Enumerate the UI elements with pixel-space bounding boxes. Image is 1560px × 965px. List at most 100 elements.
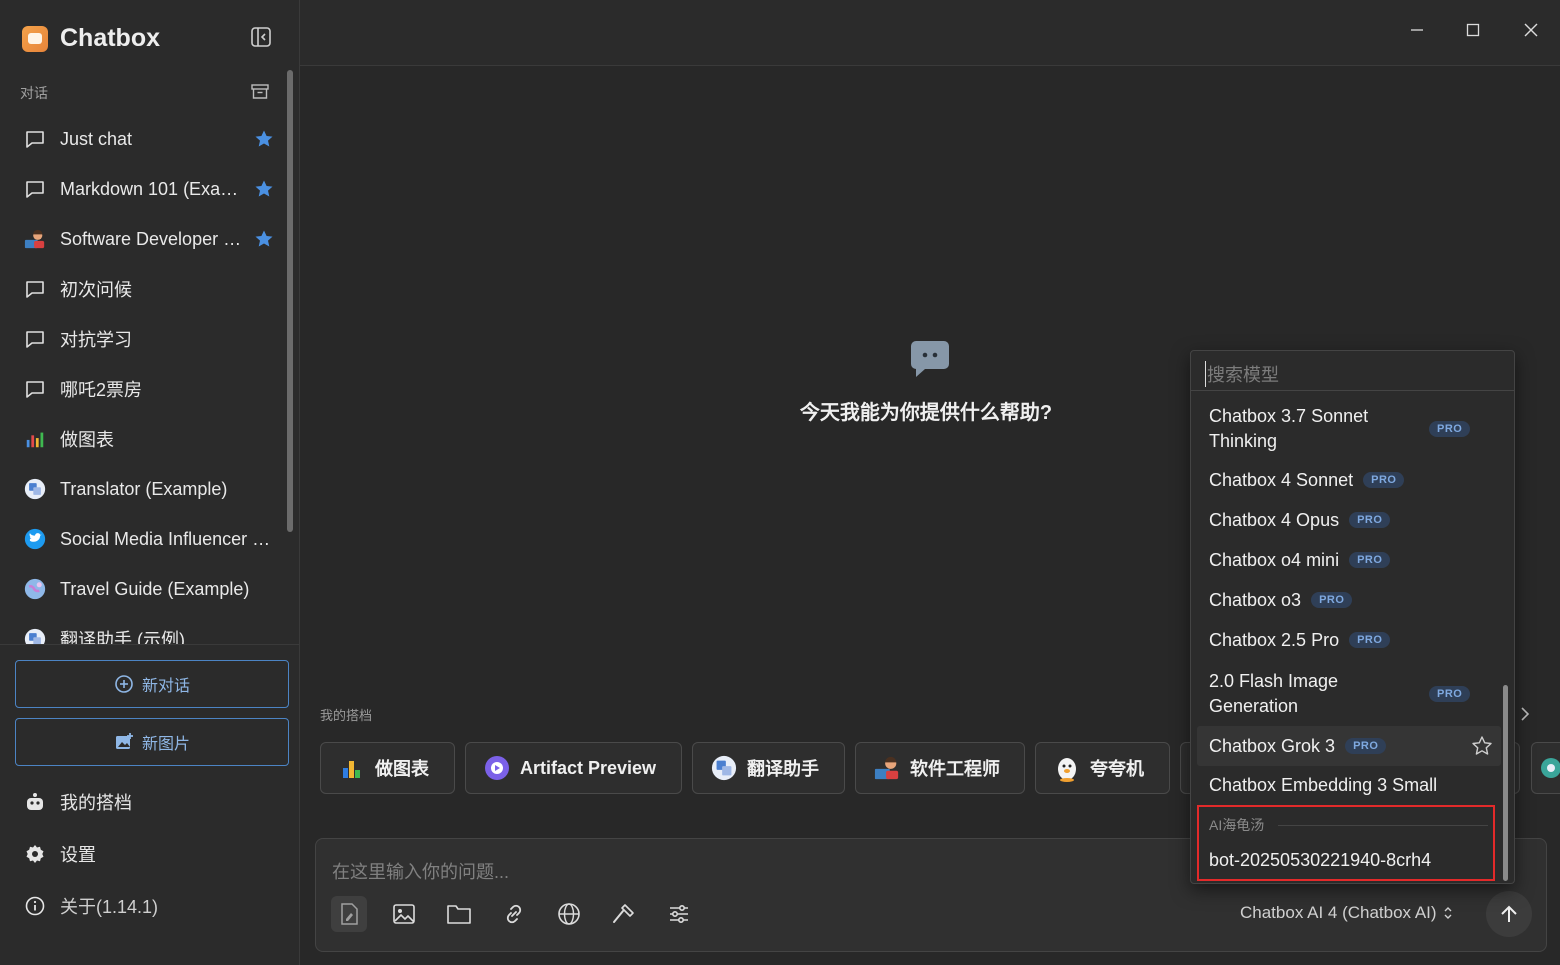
conversation-label: 翻译助手 (示例) xyxy=(60,630,185,644)
conversations-label: 对话 xyxy=(20,85,48,101)
brand: Chatbox xyxy=(22,24,160,53)
maximize-icon[interactable] xyxy=(1461,18,1485,42)
new-chat-label: 新对话 xyxy=(141,678,190,695)
star-icon[interactable] xyxy=(254,179,274,199)
sidebar-scrollbar[interactable] xyxy=(287,70,293,532)
star-icon[interactable] xyxy=(254,229,274,249)
model-name-cont: Thinking xyxy=(1209,431,1278,451)
dropdown-scrollbar[interactable] xyxy=(1503,685,1508,881)
chat-logo-icon xyxy=(908,338,952,380)
model-option[interactable]: Chatbox 4 Opus PRO xyxy=(1197,505,1501,535)
conversation-item[interactable]: 对抗学习 xyxy=(10,314,284,364)
settings-link[interactable]: 设置 xyxy=(24,841,96,867)
copilot-chip[interactable]: 做图表 xyxy=(320,742,455,794)
model-option[interactable]: 2.0 Flash Image Generation PRO xyxy=(1197,668,1501,720)
pro-badge: PRO xyxy=(1429,421,1471,437)
attach-link-button[interactable] xyxy=(496,896,532,932)
conversation-item[interactable]: Translator (Example) xyxy=(10,464,284,514)
chevron-right-icon[interactable] xyxy=(1516,704,1534,724)
copilot-chip[interactable]: 夸夸机 xyxy=(1035,742,1170,794)
copilots-section-label: 我的搭档 xyxy=(320,708,373,723)
my-copilots-link[interactable]: 我的搭档 xyxy=(24,789,132,815)
conversation-item[interactable]: 初次问候 xyxy=(10,264,284,314)
minimize-icon[interactable] xyxy=(1405,18,1429,42)
model-name: 2.0 Flash Image xyxy=(1209,671,1339,691)
model-option[interactable]: Chatbox 3.7 Sonnet Thinking PRO xyxy=(1197,403,1501,455)
copilot-chip[interactable]: 软件工程师 xyxy=(855,742,1025,794)
conversation-label: Translator (Example) xyxy=(60,478,228,499)
arrow-up-icon xyxy=(1499,903,1519,925)
about-link[interactable]: 关于(1.14.1) xyxy=(24,893,158,919)
model-option[interactable]: Chatbox Embedding 3 Small xyxy=(1197,770,1501,800)
my-copilots-label: 我的搭档 xyxy=(60,793,132,813)
conversation-item[interactable]: Just chat xyxy=(10,114,284,164)
star-outline-icon[interactable] xyxy=(1471,735,1493,757)
translator-avatar-icon xyxy=(24,478,46,500)
model-option[interactable]: Chatbox o3 PRO xyxy=(1197,585,1501,615)
chat-bubble-icon xyxy=(24,378,46,400)
conversation-item[interactable]: 做图表 xyxy=(10,414,284,464)
copilot-label: 软件工程师 xyxy=(910,759,1000,779)
copilot-label: 夸夸机 xyxy=(1090,759,1144,779)
developer-icon xyxy=(874,755,900,781)
conversation-item[interactable]: Travel Guide (Example) xyxy=(10,564,284,614)
conversation-item[interactable]: 哪吒2票房 xyxy=(10,364,284,414)
attach-file-button[interactable] xyxy=(331,896,367,932)
tools-button[interactable] xyxy=(606,896,642,932)
conversation-label: Software Developer (Example) xyxy=(60,228,246,249)
conversation-list: Just chat Markdown 101 (Example) Softwar… xyxy=(10,114,284,644)
chevron-updown-icon xyxy=(1443,905,1453,921)
attach-folder-button[interactable] xyxy=(441,896,477,932)
copilot-chip[interactable]: 翻译助手 xyxy=(692,742,845,794)
model-option[interactable]: Chatbox 2.5 Pro PRO xyxy=(1197,625,1501,655)
translator-avatar-icon xyxy=(24,628,46,644)
pro-badge: PRO xyxy=(1349,632,1391,648)
chat-settings-button[interactable] xyxy=(661,896,697,932)
model-group-header: AI海龟汤 xyxy=(1209,815,1489,835)
archive-icon[interactable] xyxy=(250,82,270,102)
new-image-button[interactable]: 新图片 xyxy=(15,718,289,766)
model-search-input[interactable]: 搜索模型 xyxy=(1205,361,1279,387)
conversation-label: 对抗学习 xyxy=(60,330,132,350)
model-name: Chatbox 3.7 Sonnet xyxy=(1209,406,1369,426)
send-button[interactable] xyxy=(1486,891,1532,937)
close-icon[interactable] xyxy=(1519,18,1543,42)
web-search-button[interactable] xyxy=(551,896,587,932)
conversation-item[interactable]: Social Media Influencer (Example) xyxy=(10,514,284,564)
chat-bubble-icon xyxy=(24,128,46,150)
pro-badge: PRO xyxy=(1349,512,1391,528)
folder-icon xyxy=(446,903,472,925)
title-bar xyxy=(300,0,1560,66)
model-name: Chatbox o4 mini xyxy=(1209,549,1340,570)
file-icon xyxy=(338,902,360,926)
model-option[interactable]: bot-20250530221940-8crh4 xyxy=(1197,845,1501,875)
model-dropdown: 搜索模型 Chatbox 3.7 Sonnet Thinking PRO Cha… xyxy=(1190,350,1515,884)
conversation-label: Travel Guide (Example) xyxy=(60,578,250,599)
attach-image-button[interactable] xyxy=(386,896,422,932)
copilot-chip[interactable]: Artifact Preview xyxy=(465,742,682,794)
conversation-label: Just chat xyxy=(60,128,133,149)
model-name: Chatbox 4 Sonnet xyxy=(1209,469,1354,490)
pro-badge: PRO xyxy=(1349,552,1391,568)
hammer-icon xyxy=(611,901,637,927)
star-icon[interactable] xyxy=(254,129,274,149)
conversation-item[interactable]: Markdown 101 (Example) xyxy=(10,164,284,214)
model-option[interactable]: Chatbox o4 mini PRO xyxy=(1197,545,1501,575)
conversation-item[interactable]: 翻译助手 (示例) xyxy=(10,614,284,644)
collapse-sidebar-icon[interactable] xyxy=(250,26,272,48)
model-search-field[interactable]: 搜索模型 xyxy=(1191,351,1514,391)
globe-avatar-icon xyxy=(24,578,46,600)
model-selector[interactable]: Chatbox AI 4 (Chatbox AI) xyxy=(1240,903,1453,923)
conversation-label: Social Media Influencer (Example) xyxy=(60,528,274,549)
model-option[interactable]: Chatbox 4 Sonnet PRO xyxy=(1197,465,1501,495)
translator-icon xyxy=(711,755,737,781)
new-image-label: 新图片 xyxy=(141,736,190,753)
model-option[interactable]: Chatbox Grok 3 PRO xyxy=(1197,726,1501,766)
conversation-item[interactable]: Software Developer (Example) xyxy=(10,214,284,264)
copilot-chip-partial[interactable] xyxy=(1531,742,1560,794)
divider xyxy=(1278,824,1489,826)
chat-bubble-icon xyxy=(24,278,46,300)
new-chat-button[interactable]: 新对话 xyxy=(15,660,289,708)
model-name: bot-20250530221940-8crh4 xyxy=(1209,849,1432,870)
message-input[interactable]: 在这里输入你的问题... xyxy=(332,858,509,884)
